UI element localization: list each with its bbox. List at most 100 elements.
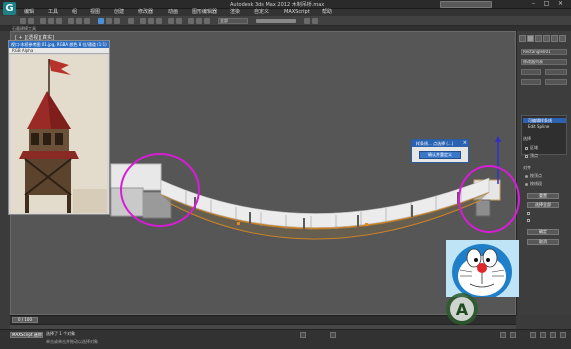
preset-button-d[interactable] (545, 79, 567, 85)
play-icon[interactable] (500, 332, 506, 338)
close-button[interactable]: × (555, 1, 566, 8)
cancel-button[interactable]: 取消 (527, 239, 559, 245)
move-icon[interactable] (98, 18, 104, 24)
3ds-max-window: Autodesk 3ds Max 2012 木制吊桥.max – □ × G 编… (0, 0, 571, 349)
menu-edit[interactable]: 编辑 (24, 9, 34, 16)
link-icon[interactable] (40, 18, 46, 24)
command-panel-tabs (519, 35, 569, 42)
reference-image-window[interactable]: 视口-木桥参考图 01.jpg, RGBA 颜色 8 位/通道 (1:1) RG… (8, 40, 110, 215)
menu-animation[interactable]: 动画 (168, 9, 178, 16)
menu-graph-editors[interactable]: 图形编辑器 (192, 9, 217, 16)
percent-snap-icon[interactable] (156, 18, 162, 24)
selection-filter-dropdown[interactable]: 全部 (218, 18, 248, 24)
app-logo-icon[interactable]: G (3, 2, 16, 15)
cartoon-mascot-image (446, 240, 519, 297)
select-all-button[interactable]: 选择全部 (527, 202, 559, 208)
key-mode-icon[interactable] (330, 332, 336, 338)
selection-rollout-title[interactable]: 选择 (523, 136, 531, 142)
watermark-logo: A (446, 293, 478, 325)
menu-modifiers[interactable]: 修改器 (138, 9, 153, 16)
area-checkbox[interactable] (525, 147, 528, 150)
option-checkbox-1[interactable] (527, 212, 530, 215)
reference-window-toolbar: RGB Alpha (9, 48, 109, 54)
pivot-icon[interactable] (128, 18, 134, 24)
menu-views[interactable]: 视图 (90, 9, 100, 16)
quick-render-icon[interactable] (312, 18, 318, 24)
menu-help[interactable]: 帮助 (322, 9, 332, 16)
minimize-button[interactable]: – (528, 1, 539, 8)
time-slider[interactable]: 0 / 100 (12, 317, 38, 323)
render-frame-icon[interactable] (304, 18, 310, 24)
scale-icon[interactable] (114, 18, 120, 24)
menu-maxscript[interactable]: MAXScript (284, 9, 310, 16)
undo-icon[interactable] (20, 18, 26, 24)
redo-icon[interactable] (28, 18, 34, 24)
preset-button-c[interactable] (521, 79, 541, 85)
preset-button-b[interactable] (545, 69, 567, 75)
rotate-icon[interactable] (106, 18, 112, 24)
channel-label[interactable]: RGB Alpha (12, 48, 33, 54)
by-segment-radio[interactable] (525, 183, 528, 186)
highlight-circle-right (458, 165, 520, 233)
maximize-button[interactable]: □ (541, 1, 552, 8)
tower-reference-image (11, 55, 107, 213)
region-select-icon[interactable] (84, 18, 90, 24)
area-label: 区域 (530, 145, 538, 150)
utilities-tab-icon[interactable] (559, 35, 566, 42)
reset-button[interactable]: 重置 (527, 193, 559, 199)
align-icon[interactable] (176, 18, 182, 24)
status-prompt: 单击或单击并拖动以选择对象 (46, 339, 98, 344)
zoom-icon[interactable] (530, 332, 536, 338)
render-icon[interactable] (204, 18, 210, 24)
reference-window-title[interactable]: 视口-木桥参考图 01.jpg, RGBA 颜色 8 位/通道 (1:1) (9, 41, 109, 48)
modify-tab-icon[interactable] (527, 35, 534, 42)
next-frame-icon[interactable] (510, 332, 516, 338)
status-bar: MAXScript 迷你 选择了 1 个对象 单击或单击并拖动以选择对象 (0, 329, 571, 349)
popup-confirm-button[interactable]: 确认并重定义 (419, 151, 461, 159)
render-setup-icon[interactable] (196, 18, 202, 24)
vertex-checkbox[interactable] (525, 155, 528, 158)
popup-close-icon[interactable]: × (463, 140, 467, 147)
orbit-icon[interactable] (550, 332, 556, 338)
popup-title[interactable]: 样条线... 点选择 (...) (412, 140, 468, 147)
maxscript-listener-field[interactable]: MAXScript 迷你 (10, 332, 43, 338)
motion-tab-icon[interactable] (543, 35, 550, 42)
mirror-icon[interactable] (168, 18, 174, 24)
by-vertex-radio[interactable] (525, 175, 528, 178)
preset-button-a[interactable] (521, 69, 541, 75)
option-checkbox-2[interactable] (527, 219, 530, 222)
align-rollout-title[interactable]: 对齐 (523, 165, 531, 171)
material-editor-icon[interactable] (188, 18, 194, 24)
object-name-field[interactable]: Rectangle001 (521, 49, 567, 55)
modifier-stack-item[interactable]: 可编辑样条线 (523, 118, 566, 123)
menu-group[interactable]: 组 (72, 9, 77, 16)
status-message: 选择了 1 个对象 (46, 331, 76, 336)
unlink-icon[interactable] (48, 18, 54, 24)
select-object-icon[interactable] (68, 18, 74, 24)
angle-snap-icon[interactable] (148, 18, 154, 24)
maximize-viewport-icon[interactable] (560, 332, 566, 338)
vertex-label: 顶点 (530, 153, 538, 158)
search-input[interactable] (440, 1, 492, 8)
by-segment-label: 按线段 (530, 181, 542, 186)
modifier-list-dropdown[interactable]: 修改器列表 (521, 59, 567, 65)
menu-tools[interactable]: 工具 (48, 9, 58, 16)
display-tab-icon[interactable] (551, 35, 558, 42)
ok-button[interactable]: 确定 (527, 229, 559, 235)
menu-create[interactable]: 创建 (114, 9, 124, 16)
bind-space-warp-icon[interactable] (56, 18, 62, 24)
snap-icon[interactable] (140, 18, 146, 24)
modifier-stack-item[interactable]: Edit Spline (523, 124, 566, 129)
time-slider-bar[interactable]: 0 / 100 (10, 315, 516, 324)
by-vertex-label: 按顶点 (530, 173, 542, 178)
watermark-letter: A (456, 300, 469, 319)
menu-customize[interactable]: 自定义 (254, 9, 269, 16)
toolbar-slider[interactable] (256, 19, 296, 23)
lock-selection-icon[interactable] (300, 332, 306, 338)
menu-rendering[interactable]: 渲染 (230, 9, 240, 16)
pan-icon[interactable] (540, 332, 546, 338)
spline-popup-dialog[interactable]: 样条线... 点选择 (...) × 确认并重定义 (411, 139, 469, 163)
hierarchy-tab-icon[interactable] (535, 35, 542, 42)
select-by-name-icon[interactable] (76, 18, 82, 24)
create-tab-icon[interactable] (519, 35, 526, 42)
